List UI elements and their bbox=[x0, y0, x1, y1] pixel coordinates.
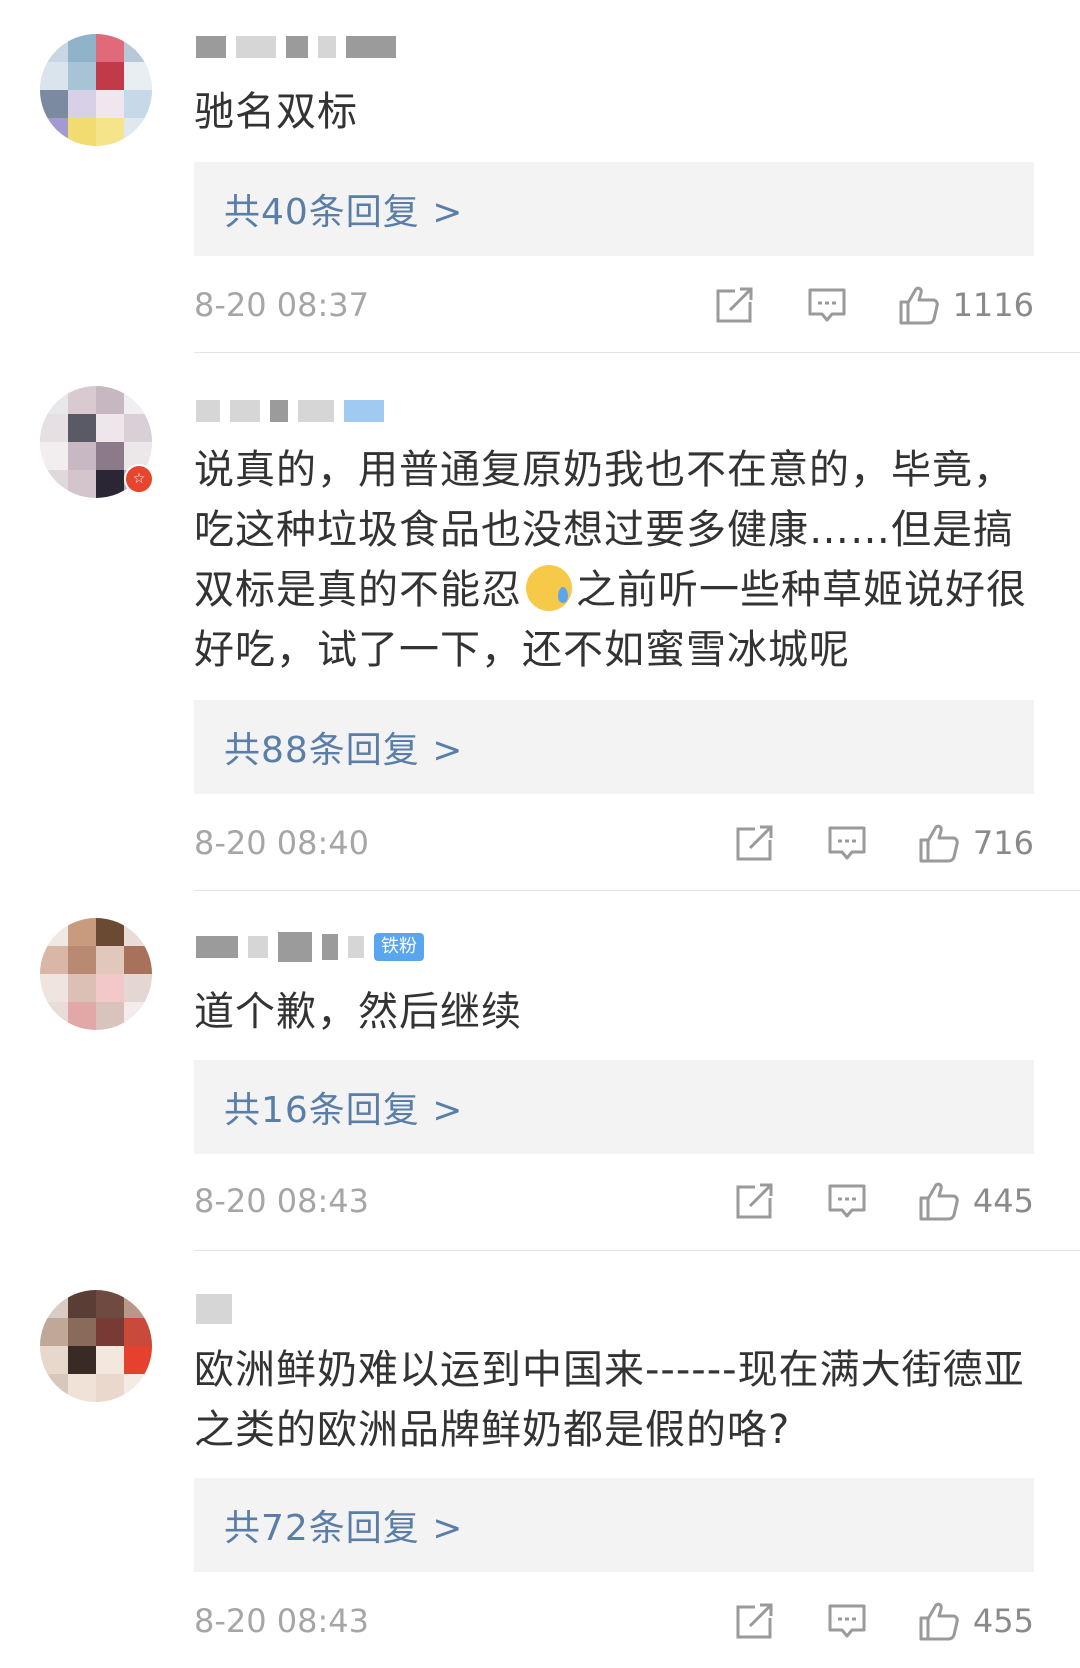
verified-badge-icon: ☆ bbox=[124, 464, 154, 494]
comment-time: 8-20 08:43 bbox=[194, 1602, 370, 1640]
divider bbox=[194, 1250, 1080, 1251]
divider bbox=[194, 352, 1080, 353]
username-blurred bbox=[248, 936, 268, 958]
username[interactable] bbox=[196, 394, 384, 428]
fan-badge-blurred bbox=[344, 400, 384, 422]
like-count: 445 bbox=[972, 1182, 1034, 1220]
avatar[interactable] bbox=[40, 918, 152, 1030]
replies-count-label: 共72条回复 > bbox=[224, 1508, 464, 1549]
avatar[interactable] bbox=[40, 34, 152, 146]
thumbs-up-icon[interactable] bbox=[917, 821, 961, 865]
replies-count-label: 共40条回复 > bbox=[224, 192, 464, 233]
share-icon[interactable] bbox=[733, 1599, 777, 1643]
comment-icon[interactable] bbox=[825, 821, 869, 865]
username[interactable]: 铁粉 bbox=[196, 930, 424, 964]
comment-text: 欧洲鲜奶难以运到中国来------现在满大街德亚之类的欧洲品牌鲜奶都是假的咯? bbox=[194, 1347, 1025, 1453]
username-blurred bbox=[298, 400, 334, 422]
thumbs-up-icon[interactable] bbox=[917, 1179, 961, 1223]
like-count: 716 bbox=[972, 824, 1034, 862]
divider bbox=[194, 890, 1080, 891]
username-blurred bbox=[346, 36, 396, 58]
replies-count-label: 共16条回复 > bbox=[224, 1090, 464, 1131]
username[interactable] bbox=[196, 30, 396, 64]
replies-link[interactable]: 共40条回复 > bbox=[194, 162, 1034, 256]
username-blurred bbox=[196, 36, 226, 58]
avatar[interactable] bbox=[40, 1290, 152, 1402]
comment-actions: 455 bbox=[685, 1599, 1034, 1643]
comment-actions: 445 bbox=[685, 1179, 1034, 1223]
comment-meta: 8-20 08:43 455 bbox=[194, 1596, 1034, 1646]
comment-text: 驰名双标 bbox=[194, 89, 358, 135]
share-icon[interactable] bbox=[733, 1179, 777, 1223]
share-icon[interactable] bbox=[733, 821, 777, 865]
username-blurred bbox=[196, 1294, 232, 1324]
share-icon[interactable] bbox=[713, 283, 757, 327]
username[interactable] bbox=[196, 1292, 232, 1326]
thumbs-up-icon[interactable] bbox=[897, 283, 941, 327]
username-blurred bbox=[348, 936, 364, 958]
comment-meta: 8-20 08:40 716 bbox=[194, 818, 1034, 868]
username-blurred bbox=[236, 36, 276, 58]
like-count: 1116 bbox=[952, 286, 1034, 324]
comment-time: 8-20 08:43 bbox=[194, 1182, 370, 1220]
comment-actions: 716 bbox=[685, 821, 1034, 865]
thumbs-up-icon[interactable] bbox=[917, 1599, 961, 1643]
sweat-face-emoji-icon bbox=[526, 565, 572, 611]
comment-icon[interactable] bbox=[825, 1179, 869, 1223]
comment-icon[interactable] bbox=[805, 283, 849, 327]
fan-badge: 铁粉 bbox=[374, 933, 424, 961]
comment-meta: 8-20 08:43 445 bbox=[194, 1176, 1034, 1226]
comment-text: 道个歉，然后继续 bbox=[194, 989, 522, 1035]
comment-time: 8-20 08:40 bbox=[194, 824, 370, 862]
replies-link[interactable]: 共72条回复 > bbox=[194, 1478, 1034, 1572]
comment-actions: 1116 bbox=[665, 283, 1034, 327]
comment-text: 说真的，用普通复原奶我也不在意的，毕竟，吃这种垃圾食品也没想过要多健康……但是搞… bbox=[194, 440, 1034, 680]
comment-icon[interactable] bbox=[825, 1599, 869, 1643]
username-blurred bbox=[318, 36, 336, 58]
username-blurred bbox=[270, 400, 288, 422]
username-blurred bbox=[196, 400, 220, 422]
comment-meta: 8-20 08:37 1116 bbox=[194, 280, 1034, 330]
replies-count-label: 共88条回复 > bbox=[224, 730, 464, 771]
comment-time: 8-20 08:37 bbox=[194, 286, 370, 324]
username-blurred bbox=[278, 932, 312, 962]
username-blurred bbox=[230, 400, 260, 422]
username-blurred bbox=[322, 934, 338, 960]
replies-link[interactable]: 共88条回复 > bbox=[194, 700, 1034, 794]
username-blurred bbox=[286, 36, 308, 58]
replies-link[interactable]: 共16条回复 > bbox=[194, 1060, 1034, 1154]
like-count: 455 bbox=[972, 1602, 1034, 1640]
username-blurred bbox=[196, 936, 238, 958]
